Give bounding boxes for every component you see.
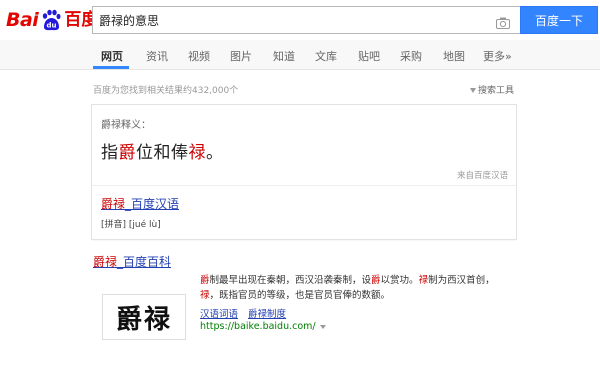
baike-abstract: 爵制最早出现在秦朝，西汉沿袭秦制，设爵以赏功。禄制为西汉首创，禄，既指官员的等级…	[200, 275, 495, 301]
tab-web[interactable]: 网页	[101, 48, 123, 64]
search-button[interactable]: 百度一下	[520, 6, 598, 34]
divider	[92, 185, 516, 186]
dictionary-card: 爵禄释义： 指爵位和俸禄。 来自百度汉语 爵禄_百度汉语 [拼音] [jué l…	[91, 104, 517, 240]
funnel-icon	[470, 88, 476, 93]
baidu-logo[interactable]: Bai du 百度	[6, 8, 98, 32]
baike-image[interactable]: 爵禄	[102, 294, 186, 340]
baike-link-zhidu[interactable]: 爵禄制度	[248, 309, 286, 320]
baike-url[interactable]: https://baike.baidu.com/	[200, 321, 326, 332]
header: Bai du 百度 百度一下	[0, 0, 600, 40]
result-stats: 百度为您找到相关结果约432,000个	[93, 86, 239, 96]
card-source[interactable]: 来自百度汉语	[457, 169, 508, 181]
tab-caigou[interactable]: 采购	[400, 48, 422, 64]
search-tools-label: 搜索工具	[478, 86, 515, 96]
search-tools-button[interactable]: 搜索工具	[470, 83, 514, 96]
camera-icon[interactable]	[496, 14, 510, 29]
card-header: 爵禄释义：	[101, 120, 151, 131]
active-tab-indicator	[93, 66, 129, 69]
logo-bai: Bai	[6, 9, 39, 31]
dropdown-caret-icon[interactable]	[319, 324, 326, 329]
paw-icon: du	[39, 8, 63, 32]
search-box	[92, 6, 520, 34]
tab-map[interactable]: 地图	[443, 48, 465, 64]
tab-news[interactable]: 资讯	[146, 48, 168, 64]
logo-du: du	[47, 22, 57, 30]
tab-more[interactable]: 更多»	[483, 48, 512, 64]
search-tabs: 网页 资讯 视频 图片 知道 文库 贴吧 采购 地图 更多»	[0, 40, 600, 70]
baike-link-hanyu[interactable]: 汉语词语	[200, 309, 238, 320]
tab-images[interactable]: 图片	[230, 48, 252, 64]
tab-video[interactable]: 视频	[188, 48, 210, 64]
baike-result-title[interactable]: 爵禄_百度百科	[93, 253, 171, 270]
tab-tieba[interactable]: 贴吧	[358, 48, 380, 64]
search-input[interactable]	[99, 11, 489, 29]
definition-text: 指爵位和俸禄。	[101, 143, 224, 163]
baike-sublinks: 汉语词语 爵禄制度	[200, 306, 296, 320]
tab-wenku[interactable]: 文库	[315, 48, 337, 64]
tab-zhidao[interactable]: 知道	[273, 48, 295, 64]
hanyu-link[interactable]: 爵禄_百度汉语	[101, 195, 179, 212]
pinyin: [拼音] [jué lù]	[101, 220, 161, 230]
